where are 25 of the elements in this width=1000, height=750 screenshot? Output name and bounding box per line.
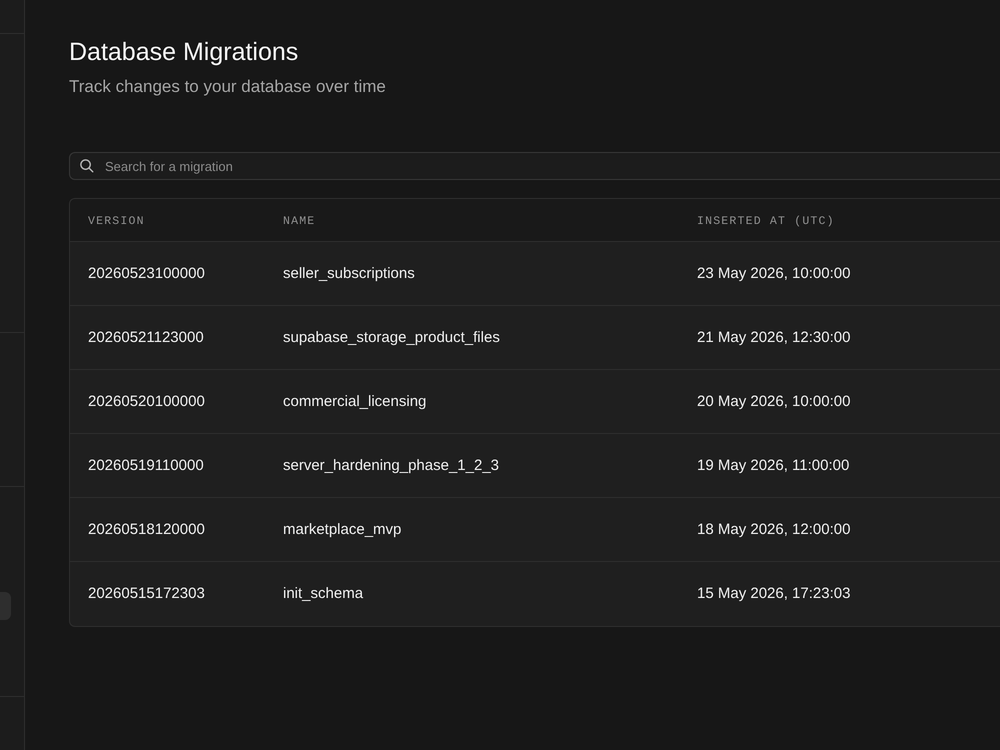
table-cell: supabase_storage_product_files [283, 328, 500, 346]
table-cell: 20260523100000 [88, 264, 205, 282]
table-cell: 18 May 2026, 12:00:00 [697, 520, 850, 538]
table-cell: 23 May 2026, 10:00:00 [697, 264, 850, 282]
table-cell: 20260520100000 [88, 392, 205, 410]
table-cell: 20260515172303 [88, 585, 205, 602]
table-cell: 19 May 2026, 11:00:00 [697, 456, 850, 474]
table-cell: server_hardening_phase_1_2_3 [283, 456, 500, 474]
table-cell: 15 May 2026, 17:23:03 [697, 585, 850, 602]
table-cell: seller_subscriptions [283, 264, 415, 282]
column-header: INSERTED AT (UTC) [697, 215, 835, 228]
search-field[interactable]: Search for a migration [69, 152, 1000, 180]
column-header: VERSION [88, 215, 145, 228]
page-subtitle: Track changes to your database over time [69, 76, 386, 98]
table-cell: 20260521123000 [88, 328, 204, 346]
table-cell: init_schema [283, 585, 364, 602]
search-icon [79, 158, 94, 173]
table-cell: commercial_licensing [283, 392, 426, 410]
column-header: NAME [283, 215, 316, 228]
page-title: Database Migrations [69, 37, 298, 68]
table-cell: 20260519110000 [88, 456, 204, 474]
table-cell: marketplace_mvp [283, 520, 402, 538]
table-cell: 20 May 2026, 10:00:00 [697, 392, 850, 410]
table-cell: 21 May 2026, 12:30:00 [697, 328, 850, 346]
table-cell: 20260518120000 [88, 520, 205, 538]
